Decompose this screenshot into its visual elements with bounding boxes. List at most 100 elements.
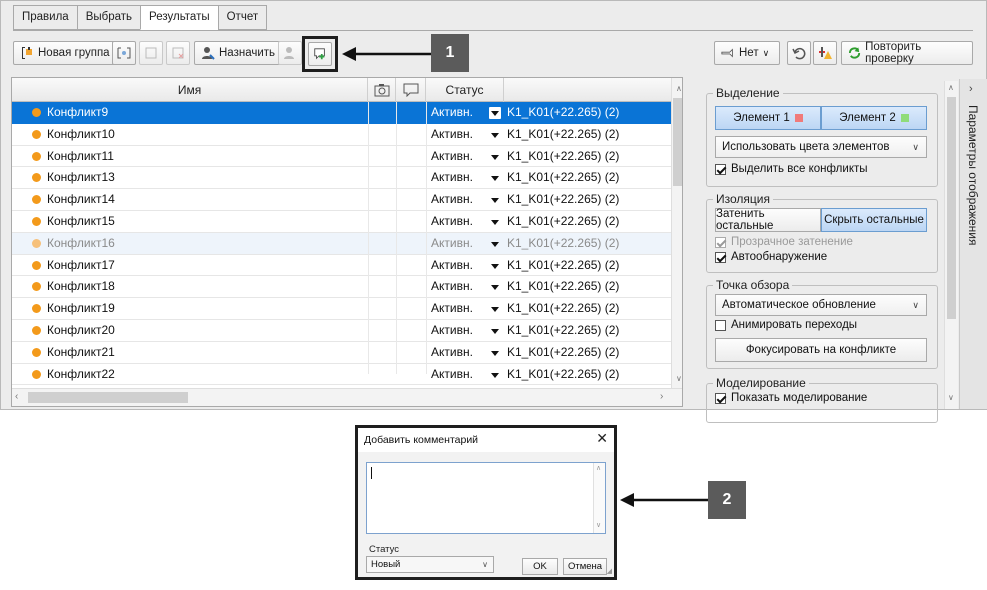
element1-button[interactable]: Элемент 1 bbox=[715, 106, 821, 130]
table-row[interactable]: Конфликт21 Активн. K1_K01(+22.265) (2) bbox=[12, 342, 672, 364]
tab-select[interactable]: Выбрать bbox=[76, 5, 142, 30]
conflicts-table: Имя Статус Конфликт9 Активн. K1_K01(+22.26… bbox=[11, 77, 683, 407]
table-row[interactable]: Конфликт15 Активн. K1_K01(+22.265) (2) bbox=[12, 211, 672, 233]
tab-results[interactable]: Результаты bbox=[140, 5, 219, 30]
ok-button[interactable]: OK bbox=[522, 558, 558, 575]
new-group-button[interactable]: Новая группа bbox=[13, 41, 117, 65]
resize-grip-icon[interactable]: ◢ bbox=[607, 567, 612, 575]
tab-rules[interactable]: Правила bbox=[13, 5, 78, 30]
table-row[interactable]: Конфликт18 Активн. K1_K01(+22.265) (2) bbox=[12, 276, 672, 299]
table-row[interactable]: Конфликт9 Активн. K1_K01(+22.265) (2) bbox=[12, 102, 672, 124]
table-row[interactable]: Конфликт14 Активн. K1_K01(+22.265) (2) bbox=[12, 189, 672, 211]
column-header-result[interactable] bbox=[504, 78, 672, 102]
comment-scrollbar[interactable]: ∧ ∨ bbox=[593, 463, 605, 533]
column-header-comments[interactable] bbox=[396, 78, 426, 102]
scroll-up-icon[interactable]: ∧ bbox=[948, 83, 954, 92]
highlight-all-checkbox[interactable]: Выделить все конфликты bbox=[715, 163, 868, 175]
comment-icon bbox=[403, 83, 418, 98]
status-dropdown-icon[interactable] bbox=[489, 303, 501, 315]
assign-button[interactable]: Назначить bbox=[194, 41, 283, 65]
status-select[interactable]: Новый ∨ bbox=[366, 556, 494, 573]
scroll-down-icon[interactable]: ∨ bbox=[948, 393, 954, 402]
vertical-scroll-thumb[interactable] bbox=[673, 98, 682, 186]
explode-group-button[interactable] bbox=[112, 41, 136, 65]
status-dropdown-icon[interactable] bbox=[489, 129, 501, 141]
row-result: K1_K01(+22.265) (2) bbox=[507, 148, 620, 163]
scroll-right-icon[interactable]: › bbox=[660, 391, 663, 402]
checkbox-checked-icon bbox=[715, 392, 726, 404]
color-mode-select[interactable]: Использовать цвета элементов ∨ bbox=[715, 136, 927, 158]
status-dropdown-icon[interactable] bbox=[489, 238, 501, 250]
conflict-status-dot-icon bbox=[32, 173, 41, 183]
status-dropdown-icon[interactable] bbox=[489, 151, 501, 163]
show-simulation-checkbox[interactable]: Показать моделирование bbox=[715, 392, 867, 404]
reset-button[interactable] bbox=[787, 41, 811, 65]
status-dropdown-icon[interactable] bbox=[489, 194, 501, 206]
table-row[interactable]: Конфликт20 Активн. K1_K01(+22.265) (2) bbox=[12, 320, 672, 342]
column-header-name[interactable]: Имя bbox=[12, 78, 368, 102]
add-comment-dialog: Добавить комментарий ✕ ∧ ∨ Статус Новый … bbox=[355, 425, 617, 580]
comment-textarea[interactable]: ∧ ∨ bbox=[366, 462, 606, 534]
status-dropdown-icon[interactable] bbox=[489, 347, 501, 359]
isolation-group-title: Изоляция bbox=[713, 192, 773, 206]
table-row[interactable]: Конфликт17 Активн. K1_K01(+22.265) (2) bbox=[12, 255, 672, 277]
status-dropdown-icon[interactable] bbox=[489, 260, 501, 272]
table-row[interactable]: Конфликт11 Активн. K1_K01(+22.265) (2) bbox=[12, 146, 672, 168]
element2-color-swatch bbox=[900, 114, 909, 122]
new-group-icon bbox=[20, 46, 34, 60]
side-panel-scrollbar[interactable]: ∧ ∨ bbox=[944, 81, 958, 409]
horizontal-scrollbar[interactable]: ‹ › bbox=[12, 388, 682, 406]
scroll-left-icon[interactable]: ‹ bbox=[15, 391, 18, 402]
clash-results-panel: Правила Выбрать Результаты Отчет Новая г… bbox=[0, 0, 987, 423]
table-row[interactable]: Конфликт16 Активн. K1_K01(+22.265) (2) bbox=[12, 232, 672, 255]
add-comment-button[interactable] bbox=[308, 42, 332, 66]
auto-reveal-checkbox[interactable]: Автообнаружение bbox=[715, 251, 827, 263]
tab-report[interactable]: Отчет bbox=[217, 5, 268, 30]
viewpoint-mode-select[interactable]: Автоматическое обновление ∨ bbox=[715, 294, 927, 316]
dim-others-button[interactable]: Затенить остальные bbox=[715, 208, 821, 232]
conflict-status-dot-icon bbox=[32, 217, 41, 226]
side-scroll-thumb[interactable] bbox=[947, 97, 956, 319]
repeat-check-button[interactable]: Повторить проверку bbox=[841, 41, 973, 65]
transparent-dim-checkbox[interactable]: Прозрачное затенение bbox=[715, 236, 853, 248]
cancel-button[interactable]: Отмена bbox=[563, 558, 607, 575]
scroll-down-icon[interactable]: ∨ bbox=[676, 374, 682, 383]
status-dropdown-icon[interactable] bbox=[489, 281, 501, 293]
scroll-up-icon[interactable]: ∧ bbox=[676, 84, 682, 93]
remove-group-button[interactable] bbox=[166, 41, 190, 65]
status-dropdown-icon[interactable] bbox=[489, 107, 501, 119]
new-group-label: Новая группа bbox=[38, 47, 110, 59]
compact-button[interactable] bbox=[813, 41, 837, 65]
horizontal-scroll-thumb[interactable] bbox=[28, 392, 188, 403]
table-row[interactable]: Конфликт10 Активн. K1_K01(+22.265) (2) bbox=[12, 124, 672, 146]
table-row[interactable]: Конфликт13 Активн. K1_K01(+22.265) (2) bbox=[12, 167, 672, 190]
status-dropdown-icon[interactable] bbox=[489, 325, 501, 337]
display-settings-strip[interactable]: › Параметры отображения bbox=[959, 79, 987, 409]
row-status: Активн. bbox=[431, 257, 473, 272]
row-status: Активн. bbox=[431, 170, 473, 185]
animate-transitions-checkbox[interactable]: Анимировать переходы bbox=[715, 319, 857, 331]
table-row[interactable]: Конфликт22 Активн. K1_K01(+22.265) (2) bbox=[12, 364, 672, 386]
row-status: Активн. bbox=[431, 301, 473, 316]
status-dropdown-icon[interactable] bbox=[489, 216, 501, 228]
clean-groups-button[interactable] bbox=[139, 41, 163, 65]
vertical-scrollbar[interactable]: ∧ ∨ bbox=[671, 78, 682, 388]
compact-warning-icon bbox=[819, 47, 832, 59]
close-icon[interactable]: ✕ bbox=[596, 430, 608, 447]
focus-on-clash-button[interactable]: Фокусировать на конфликте bbox=[715, 338, 927, 362]
scroll-down-icon[interactable]: ∨ bbox=[596, 521, 601, 529]
chevron-right-icon[interactable]: › bbox=[969, 83, 973, 95]
unassign-button[interactable] bbox=[278, 41, 302, 65]
highlight-none-dropdown[interactable]: Нет ∨ bbox=[714, 41, 780, 65]
scroll-up-icon[interactable]: ∧ bbox=[596, 464, 601, 472]
undo-icon bbox=[792, 47, 806, 60]
table-row[interactable]: Конфликт19 Активн. K1_K01(+22.265) (2) bbox=[12, 298, 672, 320]
column-divider bbox=[368, 102, 369, 374]
status-dropdown-icon[interactable] bbox=[489, 369, 501, 381]
element2-button[interactable]: Элемент 2 bbox=[821, 106, 927, 130]
selection-group: Выделение Элемент 1 Элемент 2 Использова… bbox=[706, 86, 938, 187]
hide-others-button[interactable]: Скрыть остальные bbox=[821, 208, 927, 232]
column-header-viewpoint[interactable] bbox=[368, 78, 396, 102]
column-header-status[interactable]: Статус bbox=[426, 78, 504, 102]
status-dropdown-icon[interactable] bbox=[489, 172, 501, 184]
